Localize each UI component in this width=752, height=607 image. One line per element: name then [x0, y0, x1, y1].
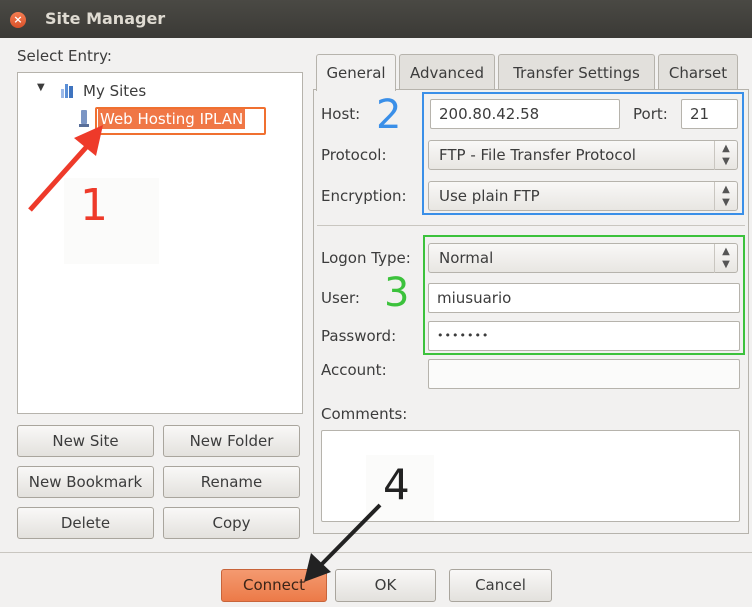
annotation-arrows	[28, 125, 382, 582]
tab-general[interactable]: General	[316, 54, 396, 91]
annotation-arrow-black	[304, 503, 382, 582]
annotation-arrow-red	[28, 125, 103, 212]
